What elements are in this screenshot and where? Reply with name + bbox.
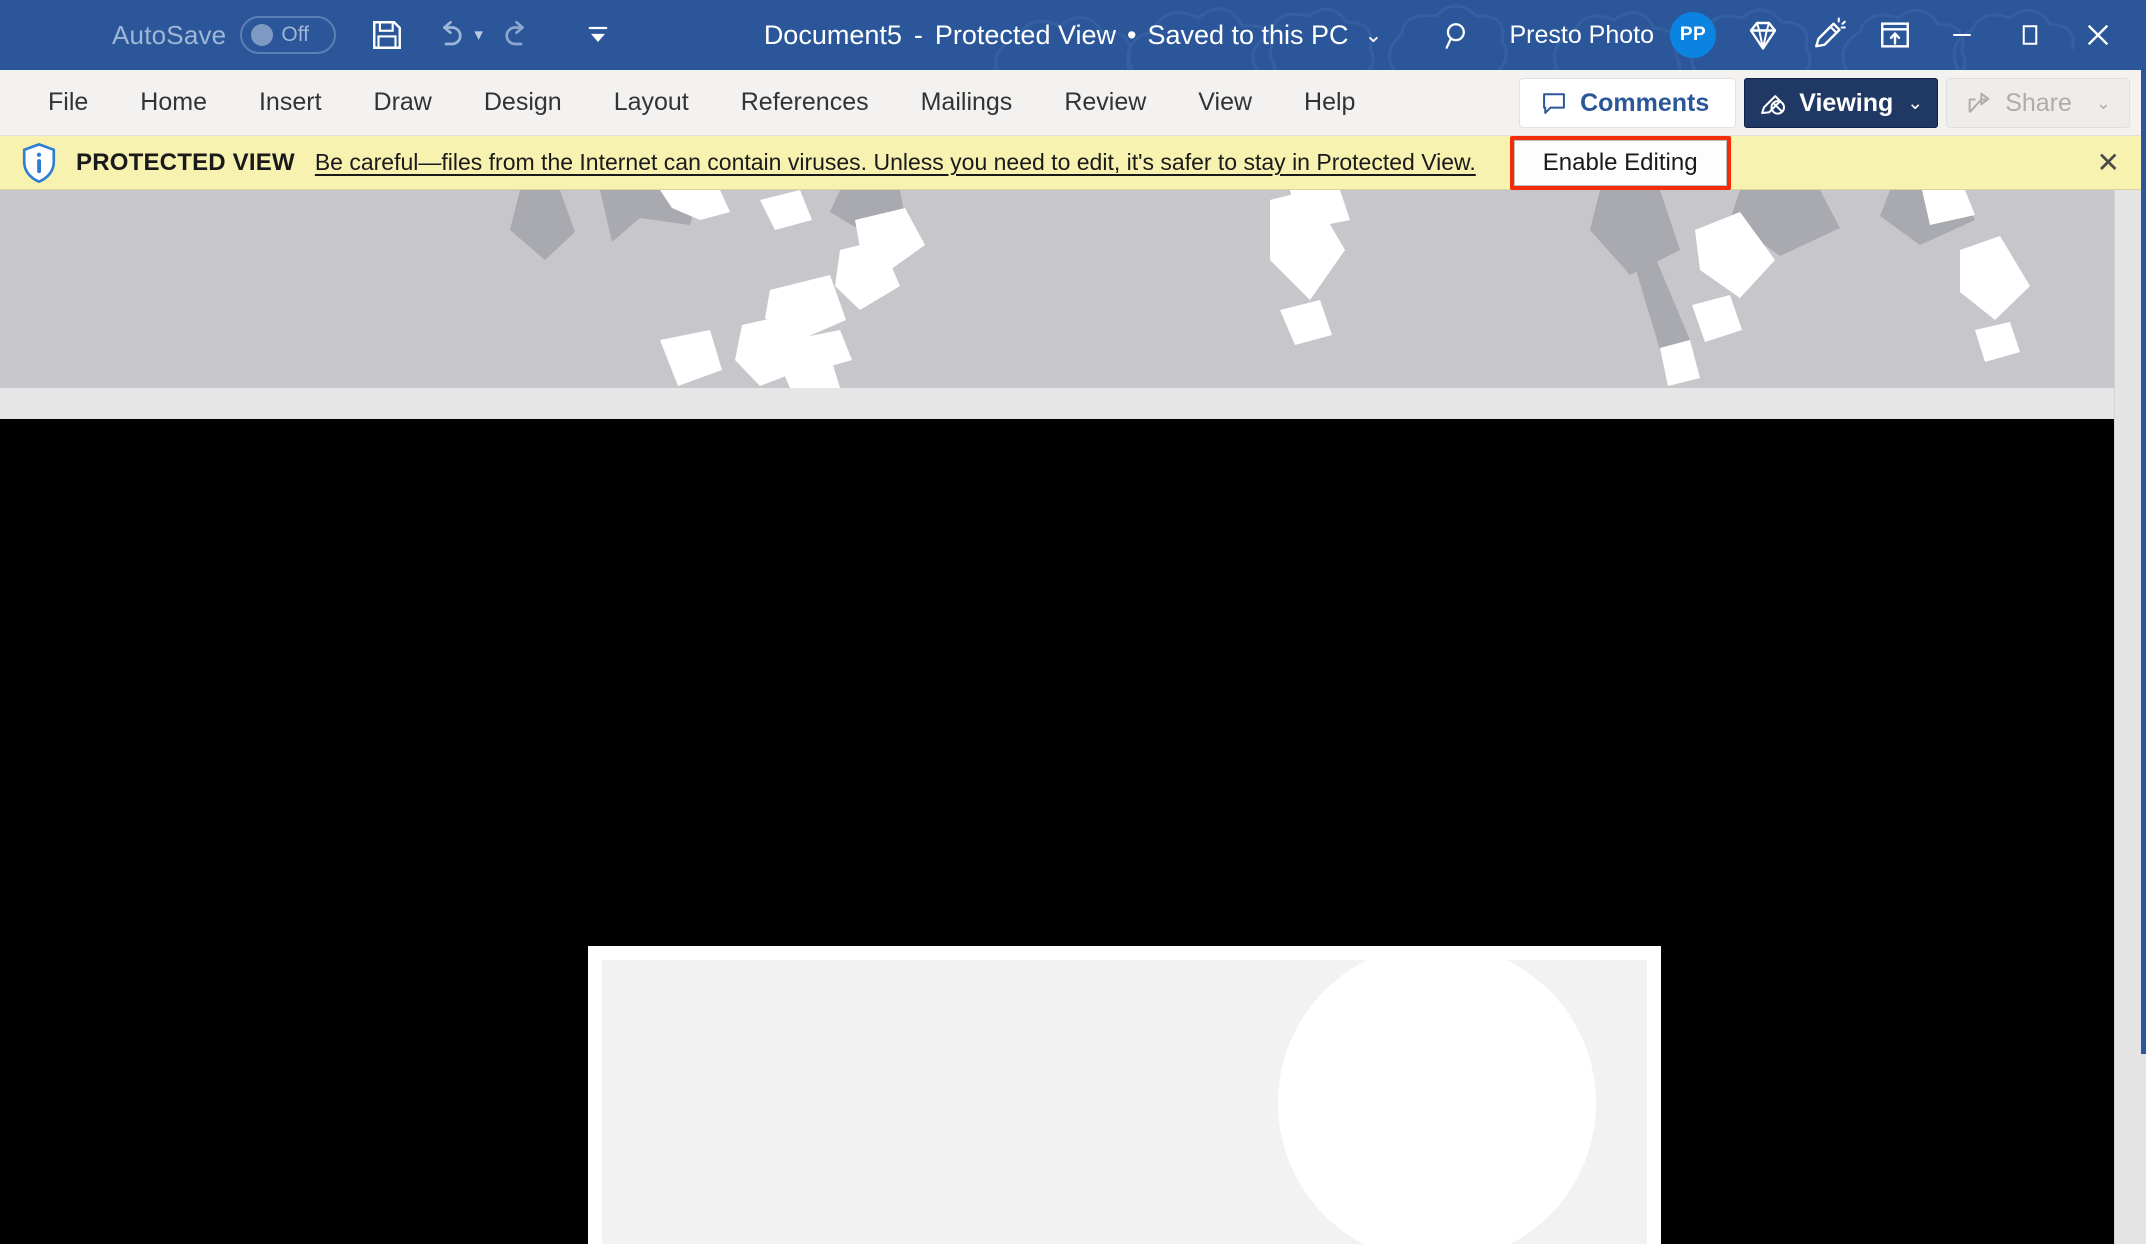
silhouette-group <box>602 960 1647 1244</box>
tab-draw[interactable]: Draw <box>348 80 458 125</box>
enable-editing-button[interactable]: Enable Editing <box>1513 139 1727 186</box>
protected-view-icon-wrap <box>20 142 58 184</box>
undo-button[interactable] <box>418 7 480 63</box>
comments-label: Comments <box>1580 88 1710 117</box>
photo-image <box>602 960 1647 1244</box>
tab-label: File <box>48 88 89 116</box>
ribbon-right-actions: Comments Viewing ⌄ Share ⌄ <box>1519 70 2136 136</box>
share-button[interactable]: Share ⌄ <box>1946 78 2130 128</box>
title-chevron-down-icon[interactable]: ⌄ <box>1365 23 1383 48</box>
previous-page-artwork <box>0 190 2114 388</box>
autosave-toggle-knob <box>251 24 274 46</box>
save-button[interactable] <box>356 7 418 63</box>
tab-label: Home <box>140 88 207 116</box>
ribbon-tabs: File Home Insert Draw Design Layout Refe… <box>0 80 1381 125</box>
title-bar: AutoSave Off ▾ Document5 - Protected Vie… <box>0 0 2146 70</box>
account-name: Presto Photo <box>1509 20 1654 49</box>
tab-mailings[interactable]: Mailings <box>895 80 1039 125</box>
title-separator: - <box>913 19 923 50</box>
tab-label: Mailings <box>920 88 1013 116</box>
close-icon <box>2087 24 2109 46</box>
editor-pen-icon <box>1815 17 1846 48</box>
protected-view-banner: PROTECTED VIEW Be careful—files from the… <box>0 135 2146 190</box>
protected-view-message[interactable]: Be careful—files from the Internet can c… <box>315 149 1476 176</box>
tab-label: Insert <box>258 88 322 116</box>
photo-placeholder-frame[interactable] <box>588 946 1661 1244</box>
maximize-icon <box>2022 25 2038 45</box>
tab-view[interactable]: View <box>1172 80 1278 125</box>
tab-label: View <box>1198 88 1253 116</box>
tab-label: Draw <box>373 88 432 116</box>
protected-view-status: Protected View <box>934 19 1116 50</box>
close-button[interactable] <box>2064 0 2132 70</box>
share-label: Share <box>2005 88 2072 117</box>
quick-access-toolbar-dropdown-icon <box>588 26 608 42</box>
protected-view-close-icon[interactable]: ✕ <box>2097 148 2120 177</box>
minimize-button[interactable] <box>1928 0 1996 70</box>
undo-icon <box>443 20 462 46</box>
tab-label: Review <box>1064 88 1147 116</box>
previous-page-bottom <box>0 190 2114 388</box>
page-gap-strip <box>0 388 2114 420</box>
enable-editing-highlight: Enable Editing <box>1509 135 1731 190</box>
share-chevron-down-icon: ⌄ <box>2095 92 2111 113</box>
minimize-icon <box>1953 34 1971 36</box>
pen-disabled-icon <box>1761 95 1786 115</box>
document-name: Document5 <box>763 19 902 50</box>
tab-label: Design <box>483 88 562 116</box>
save-icon <box>373 21 402 49</box>
window-right-edge <box>2141 0 2146 1054</box>
search-icon <box>1446 23 1466 49</box>
protected-view-title: PROTECTED VIEW <box>76 148 295 176</box>
undo-dropdown-chevron-down-icon[interactable]: ▾ <box>474 25 483 45</box>
ribbon-display-options-button[interactable] <box>1862 0 1928 70</box>
tab-label: References <box>740 88 869 116</box>
editor-button[interactable] <box>1796 0 1862 70</box>
save-location-label: Saved to this PC <box>1147 19 1349 50</box>
ribbon-tab-bar: File Home Insert Draw Design Layout Refe… <box>0 70 2146 136</box>
autosave-state-label: Off <box>281 23 309 46</box>
quick-access-toolbar-more-button[interactable] <box>567 7 629 63</box>
current-page <box>0 419 2114 1244</box>
enable-editing-label: Enable Editing <box>1542 148 1698 176</box>
redo-icon <box>505 20 524 46</box>
account-button[interactable]: Presto Photo PP <box>1509 12 1716 58</box>
autosave-toggle[interactable]: Off <box>240 16 337 54</box>
tab-help[interactable]: Help <box>1278 80 1381 125</box>
document-canvas[interactable] <box>0 190 2146 1244</box>
ribbon-display-options-icon <box>1881 22 1909 48</box>
tab-label: Help <box>1304 88 1356 116</box>
search-button[interactable] <box>1425 0 1491 70</box>
tab-layout[interactable]: Layout <box>588 80 715 125</box>
tab-label: Layout <box>613 88 689 116</box>
info-shield-icon <box>22 142 56 183</box>
tab-references[interactable]: References <box>715 80 895 125</box>
title-bullet: • <box>1127 19 1137 50</box>
tab-insert[interactable]: Insert <box>233 80 348 125</box>
avatar-initials: PP <box>1679 24 1707 45</box>
viewing-mode-button[interactable]: Viewing ⌄ <box>1744 78 1939 128</box>
premium-button[interactable] <box>1730 0 1796 70</box>
tab-review[interactable]: Review <box>1038 80 1172 125</box>
tab-home[interactable]: Home <box>114 80 233 125</box>
viewing-chevron-down-icon: ⌄ <box>1907 92 1924 114</box>
viewing-label: Viewing <box>1799 88 1894 117</box>
share-icon <box>1968 92 1990 114</box>
avatar: PP <box>1670 12 1716 58</box>
comments-button[interactable]: Comments <box>1519 78 1737 128</box>
autosave-label: AutoSave <box>112 19 227 50</box>
diamond-premium-icon <box>1749 21 1777 50</box>
comment-bubble-icon <box>1543 93 1565 114</box>
tab-file[interactable]: File <box>22 80 114 125</box>
maximize-button[interactable] <box>1996 0 2064 70</box>
word-window: AutoSave Off ▾ Document5 - Protected Vie… <box>0 0 2146 1244</box>
redo-button[interactable] <box>487 7 549 63</box>
tab-design[interactable]: Design <box>458 80 588 125</box>
